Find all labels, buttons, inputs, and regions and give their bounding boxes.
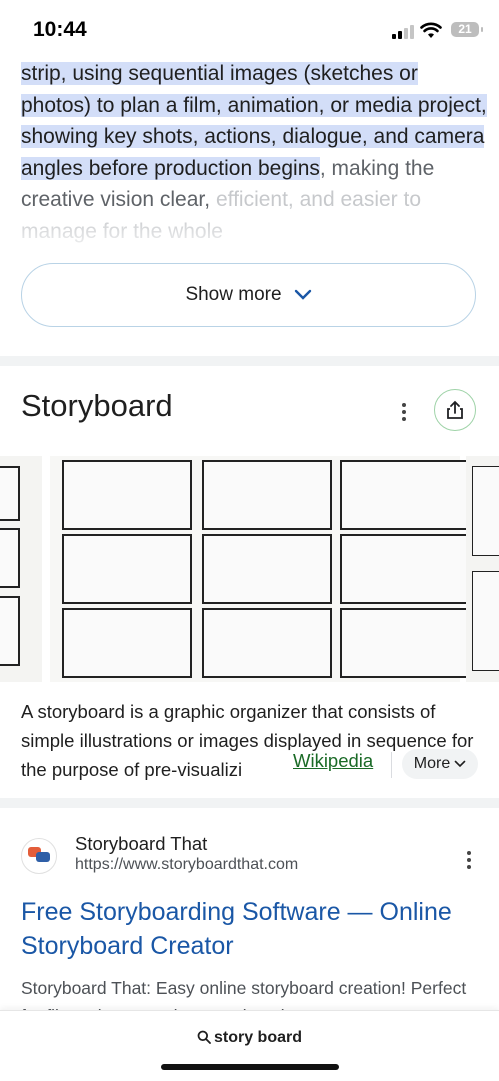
- description-fade: [240, 750, 292, 780]
- battery-icon: 21: [451, 22, 483, 37]
- wifi-icon: [420, 22, 442, 38]
- section-divider: [0, 798, 499, 808]
- gallery-image-right[interactable]: [466, 456, 499, 682]
- more-vert-icon[interactable]: [466, 851, 472, 872]
- section-divider: [0, 356, 499, 366]
- result-title-link[interactable]: Free Storyboarding Software — Online Sto…: [21, 895, 461, 963]
- site-logo-icon: [28, 847, 50, 862]
- query-text: story board: [213, 1029, 302, 1046]
- status-time: 10:44: [33, 18, 87, 41]
- site-favicon: [21, 838, 57, 874]
- image-gallery[interactable]: [0, 456, 499, 682]
- bottom-search-bar[interactable]: story board: [0, 1010, 499, 1081]
- signal-icon: [392, 25, 414, 39]
- result-site-name: Storyboard That: [75, 833, 208, 854]
- show-more-label: Show more: [185, 284, 282, 305]
- home-indicator[interactable]: [161, 1064, 339, 1070]
- gallery-image-storyboard[interactable]: [50, 456, 470, 682]
- more-vert-icon[interactable]: [401, 403, 407, 424]
- more-chip[interactable]: More: [402, 749, 478, 779]
- search-icon: [197, 1030, 211, 1044]
- wikipedia-link[interactable]: Wikipedia: [293, 750, 373, 772]
- gallery-image-left[interactable]: [0, 456, 42, 682]
- share-button[interactable]: [434, 389, 476, 431]
- chevron-down-icon: [454, 760, 466, 768]
- query-chip[interactable]: story board: [0, 1029, 499, 1047]
- more-chip-label: More: [413, 755, 451, 772]
- result-url: https://www.storyboardthat.com: [75, 856, 299, 873]
- link-separator: [391, 752, 392, 778]
- chevron-down-icon: [294, 289, 311, 300]
- status-bar: 10:44 21: [0, 0, 499, 62]
- panel-title: Storyboard: [21, 388, 173, 423]
- show-more-button[interactable]: Show more: [21, 263, 476, 327]
- share-icon: [447, 400, 463, 419]
